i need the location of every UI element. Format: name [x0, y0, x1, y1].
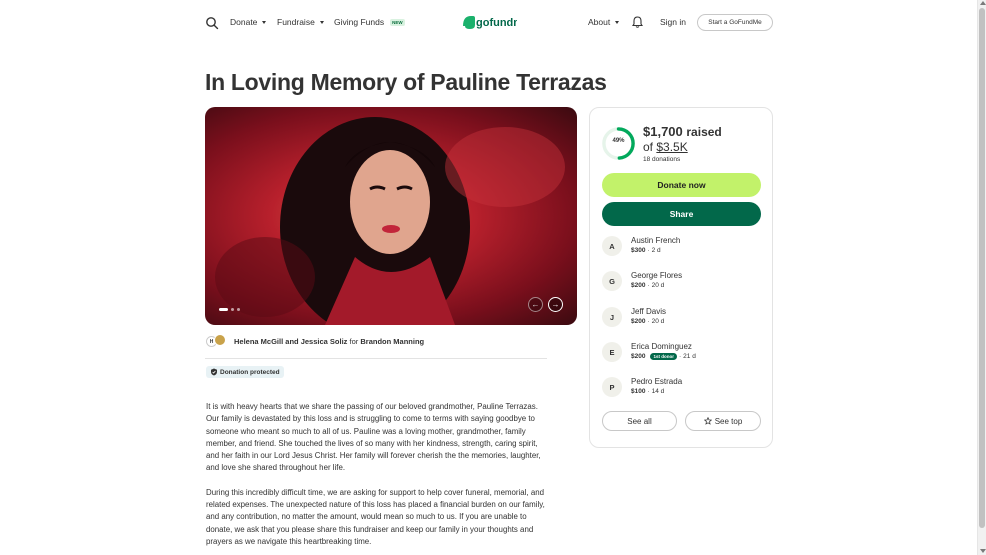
donor-name: Austin French [631, 236, 681, 245]
organizer-line: H Helena McGill and Jessica Soliz for Br… [206, 333, 424, 349]
svg-text:gofundme: gofundme [476, 17, 517, 29]
see-all-button[interactable]: See all [602, 411, 677, 431]
arrow-left-icon: ← [531, 300, 540, 309]
donor-item: G George Flores $200 · 20 d [602, 270, 762, 292]
divider [205, 358, 547, 359]
nav-donate[interactable]: Donate [230, 17, 267, 27]
donation-card: 49% $1,700 raised of $3.5K 18 donations … [589, 107, 773, 448]
organizer-name[interactable]: Jessica Soliz [301, 337, 348, 346]
progress-percent: 49% [612, 138, 625, 144]
donor-name: Pedro Estrada [631, 377, 683, 386]
scroll-up-arrow[interactable] [980, 1, 986, 5]
donor-amount: $200 [631, 353, 646, 360]
carousel-dot[interactable] [237, 308, 240, 311]
organizer-avatars: H [206, 334, 228, 348]
chevron-down-icon [615, 20, 620, 24]
sign-in-link[interactable]: Sign in [660, 17, 686, 27]
new-badge: NEW [390, 18, 405, 26]
story-paragraph: During this incredibly difficult time, w… [206, 487, 545, 546]
donor-time: 20 d [651, 282, 665, 289]
avatar: J [602, 307, 622, 327]
nav-giving-funds[interactable]: Giving Funds NEW [334, 17, 405, 27]
see-top-button[interactable]: See top [685, 411, 761, 431]
share-button[interactable]: Share [602, 202, 761, 226]
donor-amount: $200 [631, 318, 646, 325]
page-scrollbar[interactable] [977, 0, 986, 555]
campaign-photo: ← → [205, 107, 577, 325]
site-header: Donate Fundraise Giving FundsNEW gofundm… [0, 0, 977, 44]
donor-item: A Austin French $300 · 2 d [602, 235, 762, 257]
donor-amount: $300 [631, 247, 646, 254]
donor-item: J Jeff Davis $200 · 20 d [602, 306, 762, 328]
page-title: In Loving Memory of Pauline Terrazas [205, 69, 607, 95]
donor-time: 14 d [651, 388, 665, 395]
arrow-right-icon: → [551, 300, 560, 309]
carousel-next-button[interactable]: → [548, 297, 563, 312]
scrollbar-thumb[interactable] [979, 8, 985, 528]
shield-icon [211, 368, 217, 376]
avatar: A [602, 236, 622, 256]
donor-amount: $200 [631, 282, 646, 289]
donor-name: Jeff Davis [631, 307, 666, 316]
nav-about[interactable]: About [588, 17, 620, 27]
beneficiary-name[interactable]: Brandon Manning [360, 337, 424, 346]
organizer-name[interactable]: Helena McGill [234, 337, 283, 346]
donor-time: 20 d [651, 318, 665, 325]
star-icon [703, 417, 712, 425]
donor-name: George Flores [631, 271, 683, 280]
goal-amount: of $3.5K [643, 140, 688, 154]
story-paragraph: It is with heavy hearts that we share th… [206, 402, 541, 473]
chevron-down-icon [319, 20, 324, 24]
donor-amount: $100 [631, 388, 646, 395]
avatar: P [602, 377, 622, 397]
amount-raised: $1,700 raised [643, 124, 722, 139]
donor-name: Erica Dominguez [631, 342, 692, 351]
campaign-story: It is with heavy hearts that we share th… [206, 401, 551, 555]
donation-protected-badge[interactable]: Donation protected [206, 366, 284, 378]
donor-time: 2 d [651, 247, 661, 254]
carousel-dot[interactable] [219, 308, 228, 311]
first-donor-badge: 1st donor [650, 353, 677, 360]
donation-count: 18 donations [643, 156, 681, 163]
gofundme-logo[interactable]: gofundme [461, 12, 517, 31]
avatar [214, 334, 226, 346]
avatar: E [602, 342, 622, 362]
carousel-dots [219, 308, 240, 311]
donor-item: E Erica Dominguez $200 1st donor · 21 d [602, 341, 762, 363]
avatar: G [602, 271, 622, 291]
chevron-down-icon [262, 20, 267, 24]
carousel-prev-button[interactable]: ← [528, 297, 543, 312]
start-gofundme-button[interactable]: Start a GoFundMe [697, 14, 773, 31]
donor-item: P Pedro Estrada $100 · 14 d [602, 376, 762, 398]
carousel-dot[interactable] [231, 308, 234, 311]
bell-icon[interactable] [632, 16, 643, 28]
portrait-image [215, 117, 565, 325]
search-icon[interactable] [205, 16, 219, 30]
donate-now-button[interactable]: Donate now [602, 173, 761, 197]
donor-time: 21 d [683, 353, 696, 360]
nav-fundraise[interactable]: Fundraise [277, 17, 324, 27]
scroll-down-arrow[interactable] [980, 549, 986, 553]
